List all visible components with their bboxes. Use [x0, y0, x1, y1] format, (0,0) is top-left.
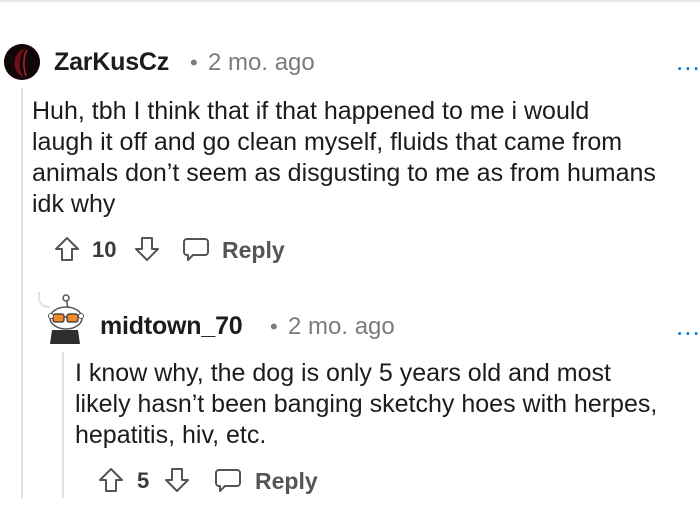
comment-body: I know why, the dog is only 5 years old … — [75, 358, 657, 451]
snoo-avatar-icon — [48, 294, 84, 344]
reply-label[interactable]: Reply — [255, 468, 318, 495]
upvote-button[interactable] — [54, 236, 80, 262]
downvote-arrow-icon — [135, 237, 159, 261]
downvote-arrow-icon — [165, 468, 189, 492]
more-options-button[interactable]: ... — [676, 48, 700, 74]
vote-count: 10 — [92, 237, 117, 262]
comment-line: laugh it off and go clean myself, fluids… — [32, 128, 623, 156]
vote-count: 5 — [137, 468, 150, 493]
thread-line[interactable] — [62, 352, 64, 498]
comment-bubble-icon — [215, 469, 241, 492]
reply-label[interactable]: Reply — [222, 237, 285, 264]
meta-separator: • — [270, 314, 278, 339]
downvote-button[interactable] — [164, 467, 190, 493]
comment-body: Huh, tbh I think that if that happened t… — [32, 96, 656, 220]
upvote-arrow-icon — [99, 468, 123, 492]
username[interactable]: midtown_70 — [100, 312, 243, 341]
thread-line[interactable] — [21, 88, 23, 498]
comment-line: likely hasn’t been banging sketchy hoes … — [75, 390, 658, 418]
avatar[interactable] — [46, 294, 84, 344]
comment-line: Huh, tbh I think that if that happened t… — [32, 97, 590, 125]
reply-button[interactable] — [182, 236, 210, 262]
avatar[interactable] — [4, 44, 40, 80]
comment-line: I know why, the dog is only 5 years old … — [75, 359, 611, 387]
username[interactable]: ZarKusCz — [54, 48, 169, 77]
meta-separator: • — [190, 50, 198, 75]
dark-avatar-icon — [4, 44, 40, 80]
comment-line: animals don’t seem as disgusting to me a… — [32, 159, 656, 187]
comment-bubble-icon — [183, 238, 209, 261]
upvote-arrow-icon — [55, 237, 79, 261]
downvote-button[interactable] — [134, 236, 160, 262]
more-options-button[interactable]: ... — [676, 313, 700, 339]
timestamp[interactable]: 2 mo. ago — [208, 49, 315, 77]
reply-button[interactable] — [214, 467, 242, 493]
top-divider — [0, 0, 700, 2]
timestamp[interactable]: 2 mo. ago — [288, 313, 395, 341]
comment-line: idk why — [32, 190, 116, 218]
upvote-button[interactable] — [98, 467, 124, 493]
comment-line: hepatitis, hiv, etc. — [75, 421, 267, 449]
